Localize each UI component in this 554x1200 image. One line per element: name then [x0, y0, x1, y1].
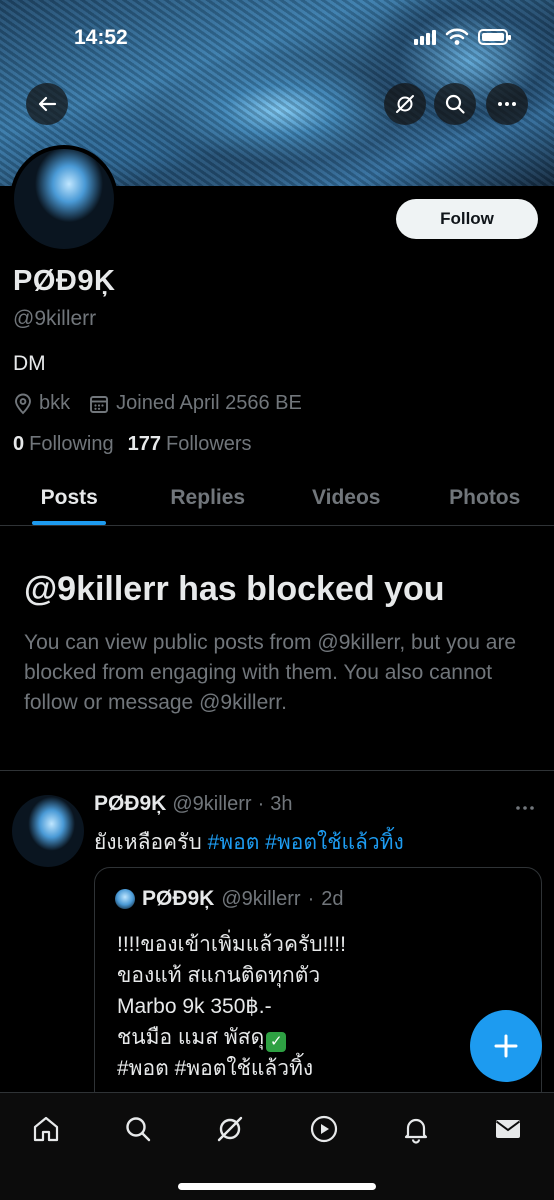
following-label: Following [29, 433, 114, 455]
tab-photos[interactable]: Photos [416, 470, 554, 525]
post-time[interactable]: 3h [270, 793, 292, 816]
quote-text: !!!!ของเข้าเพิ่มแล้วครับ!!!! ของแท้ สแกน… [117, 929, 346, 1084]
hashtag-link[interactable]: #พอต [208, 831, 260, 854]
search-icon [126, 1117, 151, 1142]
nav-grok[interactable] [208, 1107, 252, 1151]
followers-count: 177 [127, 433, 161, 455]
post-author-handle[interactable]: @9killerr [172, 793, 251, 816]
profile-meta: bkk Joined April 2566 BE [13, 392, 320, 415]
quote-time: 2d [321, 887, 344, 910]
post-author-name[interactable]: PØĐ9Ķ [94, 792, 166, 816]
check-mark-icon: ✓ [266, 1032, 287, 1052]
wifi-icon [445, 28, 469, 45]
post-text: ยังเหลือครับ #พอต #พอตใช้แล้วทิ้ง [94, 826, 404, 859]
status-time: 14:52 [74, 26, 128, 49]
divider [0, 770, 554, 771]
location-item: bkk [13, 392, 70, 415]
location-text: bkk [39, 392, 71, 414]
home-indicator[interactable] [178, 1183, 376, 1190]
post-avatar[interactable] [12, 795, 84, 867]
post-header: PØĐ9Ķ @9killerr · 3h [94, 792, 292, 816]
followers-label: Followers [165, 433, 252, 455]
search-icon [445, 94, 465, 114]
search-button[interactable] [434, 83, 476, 125]
post-text-plain: ยังเหลือครับ [94, 831, 208, 854]
blocked-text: You can view public posts from @9killerr… [24, 631, 517, 714]
nav-media[interactable] [302, 1107, 346, 1151]
following-link[interactable]: 0 Following [13, 433, 114, 456]
mail-icon [495, 1120, 521, 1138]
quote-author-handle: @9killerr [221, 887, 301, 910]
tab-posts[interactable]: Posts [0, 470, 139, 525]
back-button[interactable] [26, 83, 68, 125]
display-name: PØĐ9Ķ [13, 265, 116, 297]
battery-icon [478, 29, 511, 45]
status-icons [414, 28, 511, 46]
profile-handle: @9killerr [13, 307, 97, 330]
quote-separator: · [307, 887, 315, 910]
nav-search[interactable] [116, 1107, 160, 1151]
home-icon [33, 1116, 59, 1142]
arrow-left-icon [38, 96, 57, 112]
quote-line: ชนมือ แมส พัสดุ [117, 1026, 265, 1049]
compose-button[interactable] [470, 1010, 542, 1082]
profile-tabs: Posts Replies Videos Photos [0, 470, 554, 526]
grok-button[interactable] [384, 83, 426, 125]
followers-link[interactable]: 177 Followers [128, 433, 252, 456]
calendar-icon [90, 395, 109, 413]
grok-icon [217, 1116, 243, 1142]
grok-icon [396, 95, 414, 113]
profile-stats: 0 Following 177 Followers [13, 433, 252, 456]
more-button[interactable] [486, 83, 528, 125]
tab-videos[interactable]: Videos [277, 470, 416, 525]
post-separator: · [257, 793, 265, 815]
follow-button[interactable]: Follow [396, 199, 538, 239]
signal-icon [414, 29, 436, 45]
quote-line: #พอต #พอตใช้แล้วทิ้ง [117, 1057, 314, 1080]
profile-avatar[interactable] [10, 145, 118, 253]
joined-item: Joined April 2566 BE [88, 392, 302, 415]
play-icon [310, 1115, 338, 1143]
profile-bio: DM [13, 352, 46, 375]
joined-text: Joined April 2566 BE [116, 392, 302, 414]
following-count: 0 [13, 433, 25, 455]
nav-notifications[interactable] [394, 1107, 438, 1151]
quote-line: ของแท้ สแกนติดทุกตัว [117, 964, 321, 987]
quote-author-name: PØĐ9Ķ [142, 887, 215, 910]
quote-avatar [115, 889, 135, 909]
plus-icon [494, 1034, 518, 1058]
quote-line: Marbo 9k 350฿.- [117, 995, 272, 1018]
hashtag-link[interactable]: #พอตใช้แล้วทิ้ง [265, 831, 404, 854]
nav-home[interactable] [24, 1107, 68, 1151]
quote-header: PØĐ9Ķ @9killerr · 2d [115, 887, 343, 911]
quote-line-wrap: ชนมือ แมส พัสดุ ✓ [117, 1022, 346, 1053]
location-pin-icon [15, 393, 31, 414]
tab-replies[interactable]: Replies [139, 470, 278, 525]
quote-line: !!!!ของเข้าเพิ่มแล้วครับ!!!! [117, 933, 346, 956]
blocked-title: @9killerr has blocked you [24, 570, 445, 608]
nav-messages[interactable] [486, 1107, 530, 1151]
more-icon [498, 102, 516, 106]
more-icon [516, 806, 534, 810]
quoted-post[interactable]: PØĐ9Ķ @9killerr · 2d !!!!ของเข้าเพิ่มแล้… [94, 867, 542, 1107]
post-more-button[interactable] [514, 800, 536, 818]
bell-icon [404, 1118, 428, 1144]
